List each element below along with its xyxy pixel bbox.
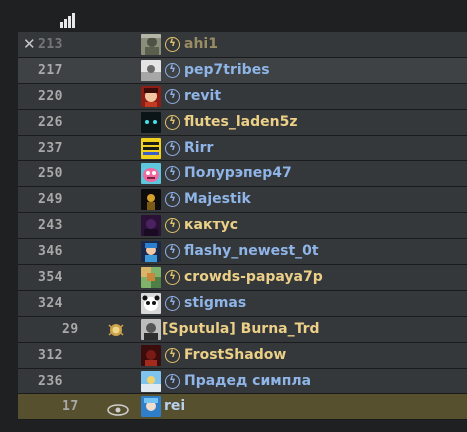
player-avatar[interactable] bbox=[141, 396, 161, 418]
prime-status-icon: ϟ bbox=[165, 192, 180, 208]
player-row[interactable]: 324 ϟ stigmas bbox=[18, 290, 467, 317]
prime-status-icon: ϟ bbox=[165, 347, 180, 363]
prime-status-icon: ϟ bbox=[165, 114, 180, 130]
ping-value: 237 bbox=[38, 140, 63, 156]
prime-status-icon: ϟ bbox=[165, 373, 180, 389]
ping-value: 217 bbox=[38, 62, 63, 78]
player-avatar[interactable] bbox=[141, 292, 161, 314]
player-avatar[interactable] bbox=[141, 241, 161, 263]
player-row[interactable]: 236 ϟ Прадед симпла bbox=[18, 368, 467, 395]
ping-value: 213 bbox=[38, 37, 63, 52]
player-row-self[interactable]: 17 rei bbox=[18, 394, 467, 421]
prime-status-icon: ϟ bbox=[165, 37, 180, 52]
player-row[interactable]: ✕ 213 ϟ ahi1 bbox=[18, 32, 467, 58]
ping-value: 220 bbox=[38, 88, 63, 104]
scoreboard-header bbox=[0, 0, 467, 32]
prime-status-icon: ϟ bbox=[165, 88, 180, 104]
player-row[interactable]: 249 ϟ Majestik bbox=[18, 187, 467, 214]
player-list: ✕ 213 ϟ ahi1 217 ϟ pep7tribes 220 ϟ revi… bbox=[18, 32, 467, 421]
player-avatar[interactable] bbox=[141, 59, 161, 81]
player-name[interactable]: flashy_newest_0t bbox=[184, 239, 319, 264]
prime-status-icon: ϟ bbox=[165, 62, 180, 78]
player-name[interactable]: ahi1 bbox=[184, 32, 218, 57]
player-row[interactable]: 29 [Sputula] Burna_Trd bbox=[18, 316, 467, 343]
player-name[interactable]: кактус bbox=[184, 213, 238, 238]
player-row[interactable]: 312 ϟ FrostShadow bbox=[18, 342, 467, 369]
ping-value: 243 bbox=[38, 218, 63, 234]
player-avatar[interactable] bbox=[141, 215, 161, 237]
player-name[interactable]: flutes_laden5z bbox=[184, 110, 297, 135]
prime-status-icon: ϟ bbox=[165, 295, 180, 311]
prime-status-icon: ϟ bbox=[165, 218, 180, 234]
player-avatar[interactable] bbox=[141, 370, 161, 392]
player-name[interactable]: crowds-papaya7p bbox=[184, 265, 323, 290]
gold-medal-icon bbox=[107, 322, 125, 338]
dead-marker: ✕ bbox=[23, 35, 36, 53]
player-avatar[interactable] bbox=[141, 34, 161, 55]
player-row[interactable]: 226 ϟ flutes_laden5z bbox=[18, 109, 467, 136]
player-name[interactable]: pep7tribes bbox=[184, 58, 270, 83]
prime-status-icon: ϟ bbox=[165, 166, 180, 182]
player-name[interactable]: Majestik bbox=[184, 187, 251, 212]
ping-value: 249 bbox=[38, 192, 63, 208]
ping-value: 346 bbox=[38, 244, 63, 260]
ping-signal-icon bbox=[60, 12, 80, 28]
player-avatar[interactable] bbox=[141, 189, 161, 211]
player-row[interactable]: 220 ϟ revit bbox=[18, 83, 467, 110]
scoreboard: ✕ 213 ϟ ahi1 217 ϟ pep7tribes 220 ϟ revi… bbox=[0, 0, 467, 432]
player-avatar[interactable] bbox=[141, 163, 161, 185]
prime-status-icon: ϟ bbox=[165, 140, 180, 156]
eye-icon bbox=[107, 401, 129, 417]
player-name[interactable]: Прадед симпла bbox=[184, 369, 311, 394]
player-avatar[interactable] bbox=[141, 137, 161, 159]
player-avatar[interactable] bbox=[141, 318, 161, 340]
player-row[interactable]: 217 ϟ pep7tribes bbox=[18, 57, 467, 84]
player-name[interactable]: stigmas bbox=[184, 291, 246, 316]
player-name[interactable]: FrostShadow bbox=[184, 343, 286, 368]
prime-status-icon: ϟ bbox=[165, 244, 180, 260]
ping-value: 250 bbox=[38, 166, 63, 182]
player-row[interactable]: 346 ϟ flashy_newest_0t bbox=[18, 239, 467, 266]
player-name[interactable]: Rirr bbox=[184, 136, 213, 161]
player-row[interactable]: 237 ϟ Rirr bbox=[18, 135, 467, 162]
player-row[interactable]: 243 ϟ кактус bbox=[18, 213, 467, 240]
ping-value: 324 bbox=[38, 295, 63, 311]
ping-value: 354 bbox=[38, 270, 63, 286]
player-avatar[interactable] bbox=[141, 267, 161, 289]
ping-value: 226 bbox=[38, 114, 63, 130]
prime-status-icon: ϟ bbox=[165, 270, 180, 286]
player-name[interactable]: [Sputula] Burna_Trd bbox=[162, 317, 320, 342]
player-name[interactable]: Полурэпер47 bbox=[184, 161, 292, 186]
player-avatar[interactable] bbox=[141, 85, 161, 107]
player-row[interactable]: 354 ϟ crowds-papaya7p bbox=[18, 265, 467, 291]
player-row[interactable]: 250 ϟ Полурэпер47 bbox=[18, 161, 467, 188]
ping-value: 312 bbox=[38, 347, 63, 363]
player-avatar[interactable] bbox=[141, 111, 161, 133]
ping-value: 236 bbox=[38, 373, 63, 389]
player-name[interactable]: rei bbox=[164, 394, 185, 419]
player-name[interactable]: revit bbox=[184, 84, 221, 109]
player-avatar[interactable] bbox=[141, 344, 161, 366]
